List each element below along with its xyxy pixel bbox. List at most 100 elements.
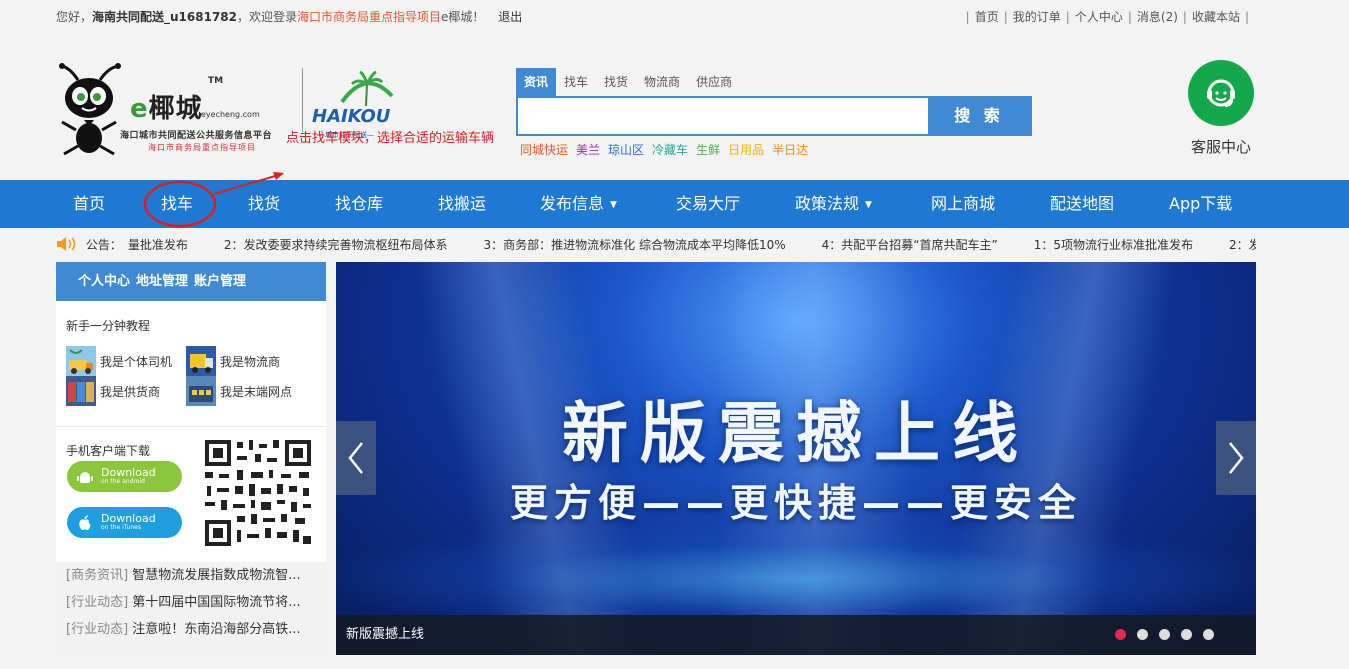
banner-next-button[interactable] xyxy=(1216,421,1256,495)
news-item[interactable]: [商务资讯] 智慧物流发展指数成物流智... xyxy=(66,562,324,589)
search-tab-find-cargo[interactable]: 找货 xyxy=(596,68,636,96)
news-tag: [行业动态] xyxy=(66,595,129,610)
tab-personal-center[interactable]: 个人中心 xyxy=(78,274,130,289)
news-item[interactable]: [行业动态] 注意啦！东南沿海部分高铁... xyxy=(66,616,324,643)
bookmark-link[interactable]: 收藏本站 xyxy=(1192,10,1240,24)
hot-keyword[interactable]: 琼山区 xyxy=(608,143,644,157)
android-download-sub: on the android xyxy=(101,478,145,485)
banner-caption: 新版震撼上线 xyxy=(346,627,425,642)
logout-link[interactable]: 退出 xyxy=(498,10,522,24)
nav-item-app-download[interactable]: App下载 xyxy=(1169,180,1232,228)
search-area: 资讯 找车 找货 物流商 供应商 搜 索 同城快运 美兰 琼山区 冷藏车 生鲜 日用品 半日达 xyxy=(516,68,1032,168)
welcome-label: ，欢迎登录 xyxy=(237,10,298,24)
tutorial-logistics[interactable]: 我是物流商 xyxy=(186,346,280,376)
nav-item-find-cargo[interactable]: 找货 xyxy=(248,180,280,228)
top-bar: 您好，海南共同配送_u1681782，欢迎登录海口市商务局重点指导项目e椰城！ … xyxy=(0,0,1349,32)
nav-item-find-warehouse[interactable]: 找仓库 xyxy=(335,180,383,228)
hot-keyword[interactable]: 生鲜 xyxy=(696,143,720,157)
slide-dot[interactable] xyxy=(1159,629,1170,640)
tutorial-driver[interactable]: 我是个体司机 xyxy=(66,346,172,376)
hot-keyword[interactable]: 美兰 xyxy=(576,143,600,157)
tutorial-label: 我是物流商 xyxy=(220,354,281,369)
banner-prev-button[interactable] xyxy=(336,421,376,495)
my-orders-link[interactable]: 我的订单 xyxy=(1013,10,1061,24)
download-title: 手机客户端下载 xyxy=(66,444,151,458)
android-download-button[interactable]: Download on the android xyxy=(67,461,182,492)
speaker-icon xyxy=(57,237,76,251)
search-tab-find-vehicle[interactable]: 找车 xyxy=(556,68,596,96)
hot-keyword[interactable]: 半日达 xyxy=(772,143,808,157)
tutorial-supplier[interactable]: 我是供货商 xyxy=(66,376,160,406)
tutorial-terminal[interactable]: 我是末端网点 xyxy=(186,376,292,406)
left-panel: 个人中心 地址管理 账户管理 新手一分钟教程 我是个体司机 我是物流商 我是供货商 … xyxy=(56,262,326,655)
hot-keyword[interactable]: 日用品 xyxy=(728,143,764,157)
hot-keyword[interactable]: 冷藏车 xyxy=(652,143,688,157)
haikou-logo-text: HAIKOU xyxy=(312,106,391,127)
slide-dot[interactable] xyxy=(1115,629,1126,640)
news-item[interactable]: [行业动态] 第十四届中国国际物流节将... xyxy=(66,589,324,616)
account-tabs: 个人中心 地址管理 账户管理 xyxy=(56,262,326,301)
nav-item-home[interactable]: 首页 xyxy=(73,180,105,228)
tab-account-management[interactable]: 账户管理 xyxy=(194,274,246,289)
ios-download-button[interactable]: Download on the iTunes xyxy=(67,507,182,538)
nav-item-trading-hall[interactable]: 交易大厅 xyxy=(676,180,740,228)
notice-item[interactable]: 2：发改委要求持续完善物流枢纽布局体系 xyxy=(1229,238,1256,252)
search-tab-logistics[interactable]: 物流商 xyxy=(636,68,688,96)
nav-label: 首页 xyxy=(73,194,106,213)
notice-item[interactable]: 4：共配平台招募“首席共配车主” xyxy=(822,238,998,252)
slide-dot[interactable] xyxy=(1137,629,1148,640)
news-title: 智慧物流发展指数成物流智... xyxy=(132,568,301,583)
site-name: e椰城！ xyxy=(441,10,485,24)
nav-item-mall[interactable]: 网上商城 xyxy=(931,180,995,228)
search-button[interactable]: 搜 索 xyxy=(928,98,1030,134)
brand-subtitle-project: 海口市商务局重点指导项目 xyxy=(148,143,256,152)
banner-title: 新版震撼上线 xyxy=(562,395,1030,472)
slide-dot[interactable] xyxy=(1203,629,1214,640)
search-tab-supplier[interactable]: 供应商 xyxy=(688,68,740,96)
notice-label: 公告： xyxy=(85,238,122,252)
brand-subtitle: 海口城市共同配送公共服务信息平台 xyxy=(120,131,273,141)
home-link[interactable]: 首页 xyxy=(975,10,999,24)
news-tag: [行业动态] xyxy=(66,622,129,637)
trademark: TM xyxy=(208,76,224,86)
main-nav: 首页 找车 找货 找仓库 找搬运 发布信息 ▼ 交易大厅 政策法规 ▼ 网上商城 配… xyxy=(0,180,1349,228)
banner-stage-glow xyxy=(336,525,1256,615)
header: e椰城 TM eyecheng.com 海口城市共同配送公共服务信息平台 海口市… xyxy=(0,32,1349,180)
nav-item-delivery-map[interactable]: 配送地图 xyxy=(1050,180,1114,228)
news-title: 注意啦！东南沿海部分高铁... xyxy=(132,622,301,637)
brand-domain: eyecheng.com xyxy=(201,110,260,119)
tutorial-label: 我是末端网点 xyxy=(220,384,293,399)
search-tab-news[interactable]: 资讯 xyxy=(516,68,557,96)
search-box: 搜 索 xyxy=(516,96,1032,136)
hot-keyword[interactable]: 同城快运 xyxy=(520,143,568,157)
notice-item[interactable]: 1：5项物流行业标准批准发布 xyxy=(1034,238,1193,252)
logistics-thumbnail xyxy=(186,346,216,376)
nav-label: 找车 xyxy=(161,194,194,213)
nav-label: 配送地图 xyxy=(1050,194,1115,213)
nav-item-find-vehicle[interactable]: 找车 xyxy=(161,180,193,228)
brand-name: e椰城 xyxy=(130,94,203,124)
nav-item-find-mover[interactable]: 找搬运 xyxy=(438,180,486,228)
personal-center-link[interactable]: 个人中心 xyxy=(1075,10,1123,24)
nav-label: 找仓库 xyxy=(335,194,384,213)
tab-address-management[interactable]: 地址管理 xyxy=(136,274,188,289)
qr-code xyxy=(203,438,313,548)
notice-item[interactable]: 3：商务部：推进物流标准化 综合物流成本平均降低10% xyxy=(484,238,786,252)
greeting-text: 您好， xyxy=(56,10,93,24)
customer-service[interactable]: 客服中心 xyxy=(1186,60,1256,157)
tutorial-title: 新手一分钟教程 xyxy=(66,319,151,333)
search-input[interactable] xyxy=(518,98,930,134)
project-link[interactable]: 海口市商务局重点指导项目 xyxy=(297,10,441,24)
messages-link[interactable]: 消息(2) xyxy=(1137,10,1178,24)
notice-item[interactable]: 量批准发布 xyxy=(128,238,188,252)
banner-carousel[interactable]: 新版震撼上线 更方便——更快捷——更安全 新版震撼上线 xyxy=(336,262,1256,655)
notice-item[interactable]: 2：发改委要求持续完善物流枢纽布局体系 xyxy=(224,238,448,252)
welcome-text: 您好，海南共同配送_u1681782，欢迎登录海口市商务局重点指导项目e椰城！ … xyxy=(56,8,522,25)
android-icon xyxy=(77,471,93,483)
site-logo[interactable]: e椰城 TM eyecheng.com 海口城市共同配送公共服务信息平台 海口市… xyxy=(56,62,401,162)
nav-item-publish[interactable]: 发布信息 ▼ xyxy=(540,180,617,228)
nav-item-policy[interactable]: 政策法规 ▼ xyxy=(795,180,872,228)
chevron-left-icon xyxy=(348,442,363,474)
slide-dot[interactable] xyxy=(1181,629,1192,640)
caret-down-icon: ▼ xyxy=(610,200,617,210)
